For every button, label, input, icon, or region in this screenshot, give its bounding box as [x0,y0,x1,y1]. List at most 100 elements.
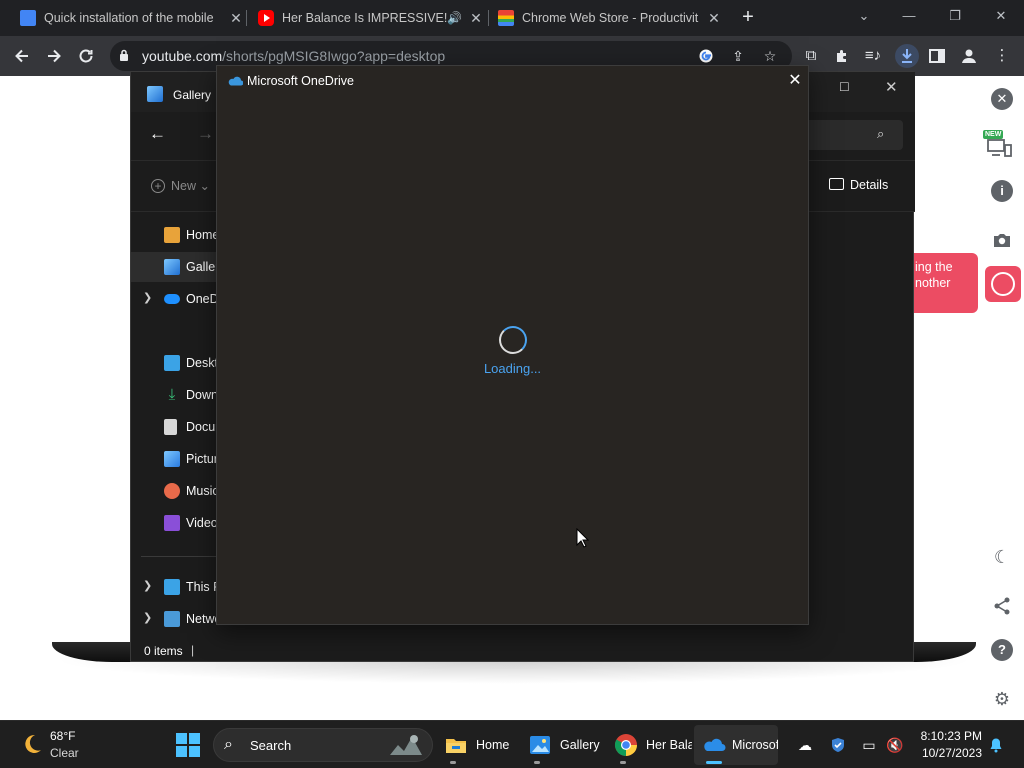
download-icon[interactable] [895,44,919,68]
camera-icon[interactable] [990,228,1014,252]
onedrive-icon [704,738,726,751]
speaker-icon[interactable]: 🔊 [447,11,462,25]
onedrive-dialog: Microsoft OneDrive ✕ Loading... [216,65,809,625]
taskbar-app-onedrive[interactable]: Microsof [694,725,778,765]
settings-gear-icon[interactable]: ⚙ [990,687,1014,711]
details-button[interactable]: Details [829,178,888,192]
chevron-right-icon[interactable]: ❯ [143,579,152,592]
dark-mode-moon-icon[interactable]: ☾ [990,545,1014,569]
close-tab-icon[interactable]: ✕ [706,10,722,27]
help-icon[interactable]: ? [991,639,1013,661]
clock-date[interactable]: 10/27/2023 [916,746,982,760]
close-window-button[interactable]: ✕ [987,4,1015,28]
close-button[interactable]: ✕ [885,78,898,96]
record-button[interactable] [985,266,1021,302]
taskbar-app-chrome[interactable]: Her Bala [606,725,692,765]
taskbar-app-gallery[interactable]: Gallery [520,725,606,765]
loading-text: Loading... [483,361,542,376]
this-pc-icon [164,579,180,595]
nav-item-label: Documents [186,420,219,434]
windows-logo-pane [176,746,187,757]
nav-item-onedrive[interactable]: ❯ OneDrive [131,284,219,314]
nav-item-this-pc[interactable]: ❯ This PC [131,572,219,602]
recorder-tooltip-line1: ing the [915,260,953,274]
bookmark-star-icon[interactable]: ☆ [760,46,780,66]
new-tab-button[interactable]: + [737,6,759,28]
tab-chrome-web-store[interactable]: Chrome Web Store - Productivit ✕ [490,4,722,32]
share-nodes-icon[interactable] [990,594,1014,618]
new-button[interactable]: + New ⌄ [151,178,210,193]
videos-icon [164,515,180,531]
close-icon[interactable]: ✕ [785,70,805,92]
tab-quick-installation[interactable]: Quick installation of the mobile ✕ [12,4,244,32]
extensions-puzzle-icon[interactable] [830,44,854,68]
recorder-tooltip: ing the nother [912,253,978,313]
plus-circle-icon: + [151,179,165,193]
nav-item-pictures[interactable]: Pictures [131,444,219,474]
tab-divider [246,10,247,26]
back-arrow-icon[interactable]: ← [149,124,166,144]
close-tab-icon[interactable]: ✕ [468,10,484,27]
taskbar-search-box[interactable]: ⌕ Search [213,728,433,762]
volume-muted-icon[interactable]: 🔇 [885,735,905,755]
url-text[interactable]: youtube.com/shorts/pgMSIG8Iwgo?app=deskt… [142,48,445,64]
nav-item-desktop[interactable]: Desktop [131,348,219,378]
reload-button[interactable] [74,44,98,68]
maximize-button[interactable]: ❐ [941,4,969,28]
taskbar-app-label: Microsof [732,738,778,752]
webstore-icon [498,10,514,26]
info-icon[interactable]: i [991,180,1013,202]
lock-icon[interactable] [119,49,129,62]
nav-item-home[interactable]: Home [131,220,219,250]
chevron-right-icon[interactable]: ❯ [143,291,152,304]
reload-icon [79,49,93,63]
media-queue-icon[interactable]: ≡♪ [861,44,885,68]
taskbar-app-file-explorer[interactable]: Home [436,725,518,765]
nav-item-documents[interactable]: Documents [131,412,219,442]
minimize-button[interactable]: — [895,4,923,28]
running-indicator [450,761,456,764]
tab-title: Her Balance Is IMPRESSIVE! [282,11,448,25]
windows-logo-pane [189,733,200,744]
close-recorder-icon[interactable]: ✕ [991,88,1013,110]
close-tab-icon[interactable]: ✕ [228,10,244,27]
security-shield-icon[interactable] [828,735,848,755]
maximize-button[interactable]: ☐ [839,80,850,94]
profile-avatar-icon[interactable] [957,44,981,68]
search-icon: ⌕ [224,736,233,753]
nav-item-downloads[interactable]: ⤓ Downloads [131,380,219,410]
onedrive-title: Microsoft OneDrive [247,74,354,88]
gallery-icon [147,86,163,102]
onedrive-tray-icon[interactable]: ☁ [795,735,815,755]
running-indicator [706,761,722,764]
explorer-status-bar: 0 items | [131,638,915,662]
nav-item-label: Home [186,228,219,242]
forward-button[interactable] [42,44,66,68]
share-icon[interactable]: ⇪ [728,46,748,66]
forward-arrow-icon [48,49,61,63]
nav-item-label: Videos [186,516,219,530]
chevron-right-icon[interactable]: ❯ [143,611,152,624]
side-panel-icon[interactable] [925,44,949,68]
notification-bell-icon[interactable] [986,735,1006,755]
new-feature-icon[interactable]: NEW [983,130,1015,158]
nav-item-gallery[interactable]: Gallery [131,252,219,282]
details-label: Details [850,178,889,192]
nav-item-label: Music [186,484,219,498]
new-label: New [171,179,197,193]
taskbar-app-label: Gallery [560,738,600,752]
tab-search-dropdown-icon[interactable]: ⌄ [850,4,878,28]
start-button[interactable] [176,733,200,757]
forward-arrow-icon[interactable]: → [197,124,214,144]
back-button[interactable] [10,44,34,68]
clock-time[interactable]: 8:10:23 PM [916,729,982,743]
nav-item-videos[interactable]: Videos [131,508,219,538]
display-icon[interactable]: ▭ [859,735,879,755]
details-pane-icon [829,178,844,190]
nav-item-music[interactable]: Music [131,476,219,506]
google-lens-icon[interactable] [696,46,716,66]
more-menu-icon[interactable]: ⋮ [990,44,1014,68]
nav-item-network[interactable]: ❯ Network [131,604,219,634]
tab-her-balance[interactable]: Her Balance Is IMPRESSIVE! 🔊 ✕ [250,4,484,32]
recorder-tooltip-line2: nother [915,276,951,290]
